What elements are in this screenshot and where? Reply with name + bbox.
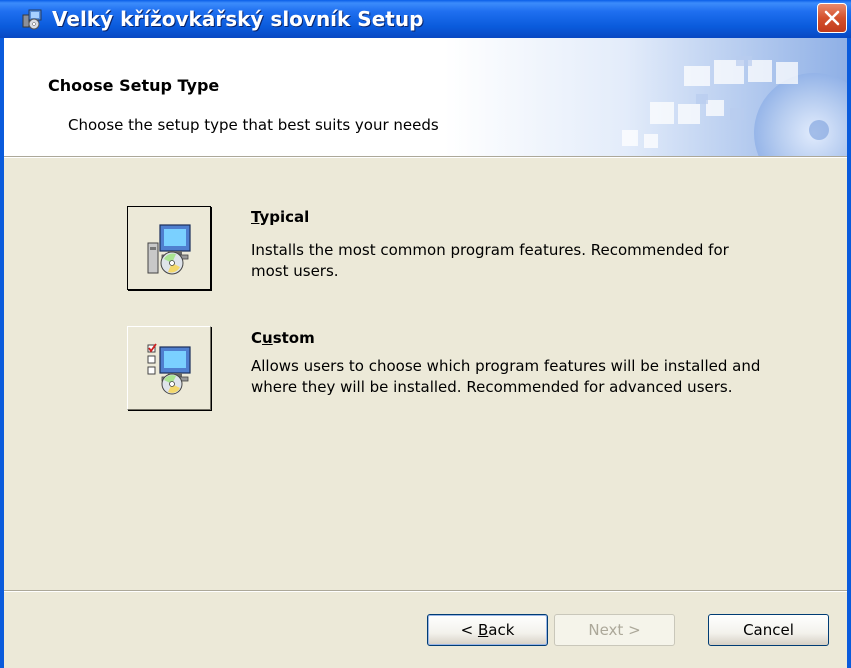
back-label: ack bbox=[488, 621, 515, 639]
typical-title-text: ypical bbox=[259, 208, 310, 226]
custom-setup-icon bbox=[147, 343, 191, 395]
window-title: Velký křížovkářský slovník Setup bbox=[52, 7, 424, 31]
typical-setup-icon bbox=[147, 224, 191, 275]
title-bar[interactable]: Velký křížovkářský slovník Setup bbox=[0, 0, 851, 38]
footer-divider bbox=[4, 590, 847, 592]
cancel-button[interactable]: Cancel bbox=[708, 614, 829, 646]
setup-dialog: Velký křížovkářský slovník Setup Choose … bbox=[0, 0, 851, 668]
custom-access-key: u bbox=[262, 329, 273, 347]
typical-option-title[interactable]: Typical bbox=[251, 208, 309, 226]
back-button[interactable]: < Back bbox=[427, 614, 548, 646]
typical-setup-button[interactable] bbox=[127, 206, 211, 290]
window-frame-right bbox=[847, 38, 851, 668]
page-subtitle: Choose the setup type that best suits yo… bbox=[68, 116, 439, 134]
banner-graphic bbox=[444, 38, 847, 156]
close-icon bbox=[824, 10, 840, 26]
next-button[interactable]: Next > bbox=[554, 614, 675, 646]
custom-setup-button[interactable] bbox=[127, 326, 211, 410]
close-button[interactable] bbox=[817, 3, 847, 33]
setup-installer-icon bbox=[22, 9, 42, 30]
header-banner: Choose Setup Type Choose the setup type … bbox=[4, 38, 847, 156]
custom-option-description: Allows users to choose which program fea… bbox=[251, 357, 761, 396]
page-title: Choose Setup Type bbox=[48, 76, 220, 95]
custom-title-start: C bbox=[251, 329, 263, 347]
custom-title-end: stom bbox=[272, 329, 315, 347]
back-access-key: B bbox=[477, 621, 489, 639]
custom-option-title[interactable]: Custom bbox=[251, 329, 315, 347]
header-divider bbox=[4, 156, 847, 158]
back-arrow-text: < bbox=[460, 621, 478, 639]
typical-option-description: Installs the most common program feature… bbox=[251, 241, 729, 280]
